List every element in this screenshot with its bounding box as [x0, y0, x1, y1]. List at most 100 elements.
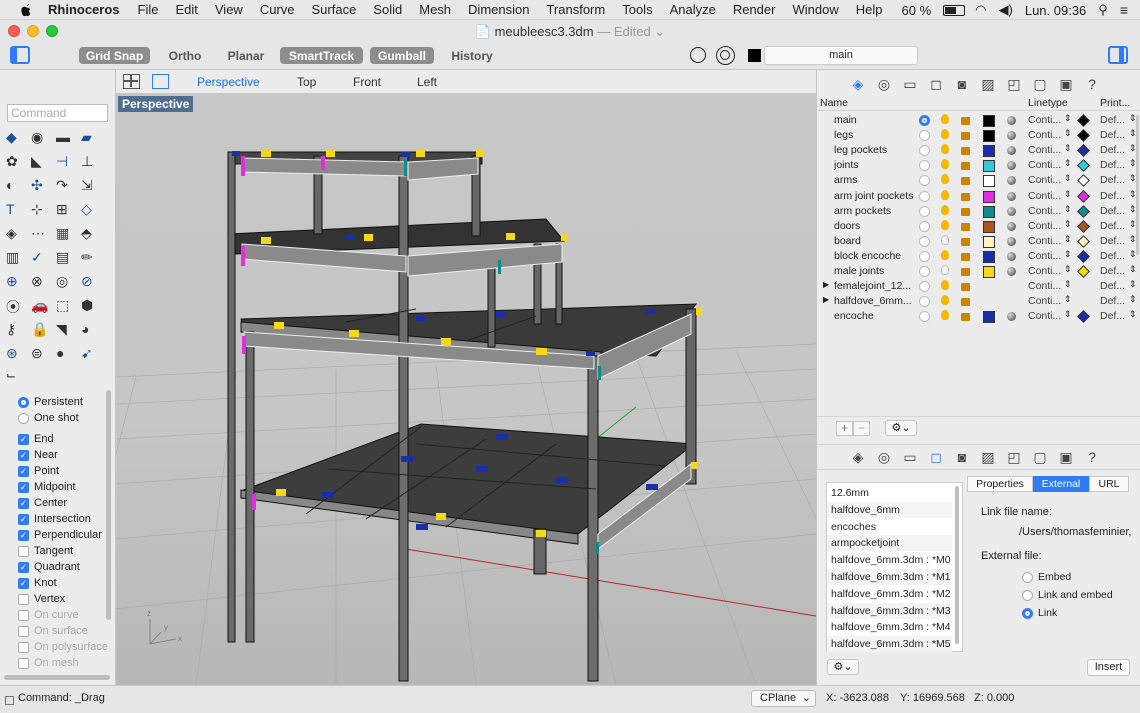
tool-icon-30[interactable]: 🚗	[31, 297, 49, 315]
col-name[interactable]: Name	[820, 97, 848, 109]
layer-color-swatch[interactable]	[983, 205, 995, 218]
layer-name[interactable]: block encoche	[834, 250, 901, 262]
layer-printwidth[interactable]: Def...	[1100, 205, 1125, 217]
linetype-stepper-icon[interactable]: ⇕	[1064, 249, 1072, 260]
layer-linetype[interactable]: Conti...	[1028, 190, 1061, 202]
linetype-stepper-icon[interactable]: ⇕	[1064, 309, 1072, 320]
block-item[interactable]: halfdove_6mm.3dm : *M1	[827, 569, 952, 585]
linetype-stepper-icon[interactable]: ⇕	[1064, 294, 1072, 305]
layer-printwidth[interactable]: Def...	[1100, 190, 1125, 202]
layer-name[interactable]: arms	[834, 174, 857, 186]
menu-help[interactable]: Help	[856, 2, 883, 17]
tool-icon-26[interactable]: ⊗	[31, 273, 49, 291]
battery-label[interactable]: 60 %	[902, 3, 932, 18]
tool-icon-4[interactable]: ▰	[81, 129, 99, 147]
block-item[interactable]: halfdove_6mm.3dm : *M2	[827, 586, 952, 602]
left-panel-scrollbar[interactable]	[106, 390, 111, 620]
print-color-swatch[interactable]	[1077, 174, 1090, 188]
block-item[interactable]: halfdove_6mm.3dm : *M5	[827, 636, 952, 653]
layer-printwidth[interactable]: Def...	[1100, 144, 1125, 156]
layer-printwidth[interactable]: Def...	[1100, 220, 1125, 232]
material-icon[interactable]	[1007, 131, 1016, 141]
menu-curve[interactable]: Curve	[260, 2, 295, 17]
osnap-on-surface[interactable]: On surface	[18, 623, 88, 639]
osnap-point[interactable]: ✓ Point	[18, 463, 59, 479]
help-icon[interactable]: ?	[1084, 449, 1100, 465]
layer-row[interactable]: doors Conti... ⇕ Def... ⇕	[817, 219, 1140, 234]
tool-icon-6[interactable]: ◣	[31, 153, 49, 171]
current-layer-radio[interactable]	[919, 235, 930, 247]
camera-icon[interactable]: ◙	[954, 449, 970, 465]
layer-color-swatch[interactable]	[983, 190, 995, 203]
current-layer-radio[interactable]	[919, 145, 930, 157]
planar-toggle[interactable]: Planar	[224, 47, 268, 64]
tool-icon-19[interactable]: ▦	[56, 225, 74, 243]
current-layer-radio[interactable]	[919, 160, 930, 172]
block-item[interactable]: halfdove_6mm.3dm : *M4	[827, 619, 952, 635]
menu-tools[interactable]: Tools	[622, 2, 652, 17]
lock-icon[interactable]	[961, 222, 970, 231]
layer-color-swatch[interactable]	[983, 175, 995, 188]
lock-icon[interactable]	[961, 252, 970, 261]
layers-scrollbar[interactable]	[1136, 115, 1139, 255]
osnap-perpendicular[interactable]: ✓ Perpendicular	[18, 527, 102, 543]
tool-icon-17[interactable]: ◈	[6, 225, 24, 243]
linetype-stepper-icon[interactable]: ⇕	[1064, 264, 1072, 275]
link-and-embed-option[interactable]: Link and embed	[1022, 589, 1113, 601]
tool-icon-22[interactable]: ✓	[31, 249, 49, 267]
osnap-vertex[interactable]: Vertex	[18, 591, 65, 607]
expand-arrow-icon[interactable]: ▶	[823, 280, 829, 289]
current-layer-radio[interactable]	[919, 311, 930, 323]
tool-icon-18[interactable]: ⋯	[31, 225, 49, 243]
current-layer-radio[interactable]	[919, 250, 930, 262]
layer-name[interactable]: board	[834, 235, 861, 247]
menu-view[interactable]: View	[215, 2, 243, 17]
printwidth-stepper-icon[interactable]: ⇕	[1129, 294, 1137, 305]
gumball-toggle[interactable]: Gumball	[370, 47, 434, 64]
tool-icon-10[interactable]: ✣	[31, 177, 49, 195]
block-icon[interactable]: ◻	[928, 449, 944, 465]
layers-icon[interactable]: ◈	[850, 76, 866, 92]
layer-linetype[interactable]: Conti...	[1028, 235, 1061, 247]
linetype-stepper-icon[interactable]: ⇕	[1064, 219, 1072, 230]
tool-icon-13[interactable]: T	[6, 201, 24, 219]
filter-icon[interactable]	[690, 47, 706, 63]
layer-linetype[interactable]: Conti...	[1028, 205, 1061, 217]
material-icon[interactable]	[1007, 297, 1016, 306]
sidebar-left-toggle-icon[interactable]	[10, 46, 30, 64]
layer-color-swatch[interactable]	[983, 130, 995, 143]
print-color-swatch[interactable]	[1077, 129, 1090, 142]
tool-icon-8[interactable]: ⊥	[81, 153, 99, 171]
layer-linetype[interactable]: Conti...	[1028, 144, 1061, 156]
one-shot-option[interactable]: One shot	[18, 410, 79, 426]
current-layer-radio[interactable]	[919, 266, 930, 277]
tool-icon-39[interactable]: ●	[56, 345, 74, 363]
print-color-swatch[interactable]	[1077, 189, 1090, 203]
linetype-stepper-icon[interactable]: ⇕	[1064, 204, 1072, 215]
tab-url[interactable]: URL	[1089, 476, 1129, 492]
layer-name[interactable]: femalejoint_12...	[834, 280, 911, 292]
layer-linetype[interactable]: Conti...	[1028, 295, 1061, 307]
layer-linetype[interactable]: Conti...	[1028, 159, 1061, 171]
layer-name[interactable]: leg pockets	[834, 144, 887, 156]
current-layer-radio[interactable]	[919, 175, 930, 187]
visibility-bulb-icon[interactable]	[941, 265, 949, 275]
block-options-button[interactable]: ⚙⌄	[827, 659, 859, 675]
menu-analyze[interactable]: Analyze	[670, 2, 716, 17]
material-icon[interactable]	[1007, 282, 1016, 291]
viewport-label[interactable]: Perspective	[118, 96, 194, 112]
lock-icon[interactable]	[961, 162, 970, 171]
material-icon[interactable]	[1007, 146, 1016, 156]
layer-printwidth[interactable]: Def...	[1100, 174, 1125, 186]
lock-icon[interactable]	[961, 313, 970, 322]
block-item[interactable]: halfdove_6mm.3dm : *M3	[827, 602, 952, 619]
layer-printwidth[interactable]: Def...	[1100, 159, 1125, 171]
menu-mesh[interactable]: Mesh	[419, 2, 451, 17]
layer-printwidth[interactable]: Def...	[1100, 310, 1125, 322]
lock-icon[interactable]	[961, 147, 970, 156]
material-icon[interactable]	[1007, 236, 1016, 246]
current-layer-radio[interactable]	[919, 281, 930, 293]
left-panel-hscrollbar[interactable]	[4, 675, 110, 680]
layer-row[interactable]: arms Conti... ⇕ Def... ⇕	[817, 173, 1140, 188]
single-view-layout-icon[interactable]	[152, 74, 169, 89]
